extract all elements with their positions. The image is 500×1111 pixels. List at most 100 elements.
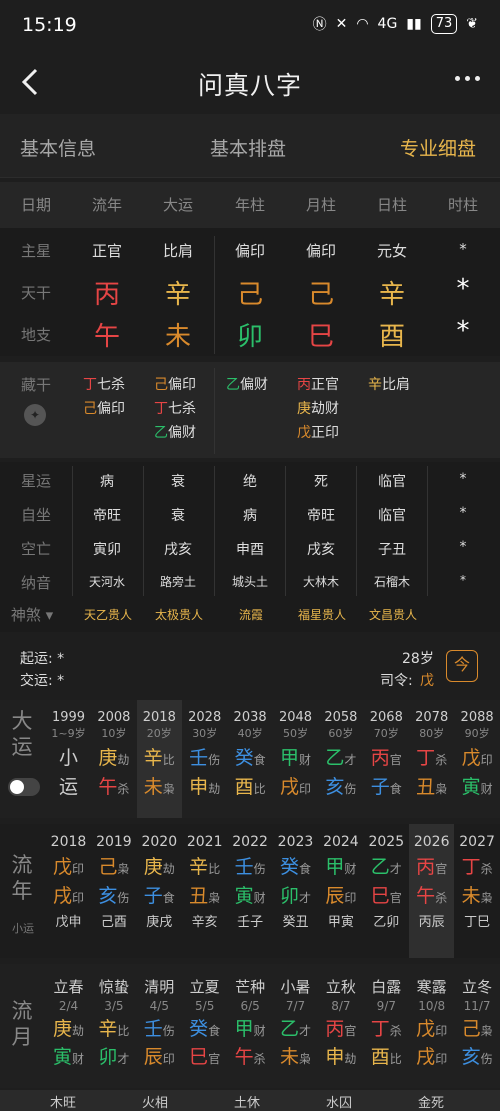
dayun-gz: 辛: [143, 747, 163, 769]
dayun-gz-row: 庚劫: [91, 743, 136, 770]
liuyue-col-5[interactable]: 小暑 7/7 乙才 未枭: [273, 964, 318, 1088]
liunian-col-0[interactable]: 2018 戊印 戌印 戊申: [46, 824, 91, 958]
dayun-gz: 酉: [234, 776, 254, 798]
liuyue-col-9[interactable]: 立冬 11/7 己枭 亥伤: [455, 964, 500, 1088]
tab-basic-info[interactable]: 基本信息: [20, 134, 96, 161]
pin-icon[interactable]: ✦: [24, 404, 46, 426]
dayun-gz: 申: [189, 776, 209, 798]
dayun-col-1[interactable]: 2008 10岁 庚劫 午杀: [91, 700, 136, 818]
liunian-gz: 丁: [461, 856, 481, 878]
liunian-xiaoyun: 甲寅: [327, 915, 354, 930]
label-zanggan: 藏干: [20, 376, 51, 394]
liunian-col-9[interactable]: 2027 丁杀 未枭 丁巳: [455, 824, 500, 958]
shensha-2[interactable]: 流霞: [215, 606, 287, 623]
shensha-4[interactable]: 文昌贵人: [357, 606, 429, 623]
liunian-col-3[interactable]: 2021 辛比 丑枭 辛亥: [182, 824, 227, 958]
network-label: 4G: [377, 16, 398, 32]
liuyue-col-8[interactable]: 寒露 10/8 戊印 戌印: [409, 964, 454, 1088]
liuyue-gz-row: 辰印: [137, 1042, 182, 1069]
dayun-col-0[interactable]: 1999 1~9岁小运: [46, 700, 91, 818]
liunian-gz-row: 丙官: [409, 852, 454, 879]
liuyue-shishen: 杀: [389, 1024, 402, 1038]
liuyue-gz: 壬: [143, 1018, 163, 1040]
liunian-year: 2024: [323, 834, 359, 850]
liuyue-gz: 戊: [416, 1018, 436, 1040]
liunian-gz-row: 寅财: [228, 881, 273, 908]
liuyue-gz-row: 寅财: [46, 1042, 91, 1069]
liunian-gz-row: 癸食: [273, 852, 318, 879]
zanggan-shishen: 偏印: [97, 401, 125, 417]
zanggan-shishen: 比肩: [382, 377, 410, 393]
divider-zanggan: [214, 368, 215, 454]
dayun-year: 2088: [460, 710, 494, 725]
tab-pro-chart[interactable]: 专业细盘: [400, 134, 476, 161]
zanggan-stem: 己: [83, 401, 97, 417]
zizuo-0: 帝旺: [93, 508, 121, 524]
dayun-gz: 癸: [234, 747, 254, 769]
liunian-col-1[interactable]: 2019 己枭 亥伤 己酉: [91, 824, 136, 958]
shensha-1[interactable]: 太极贵人: [143, 606, 215, 623]
liuyue-jieqi: 立春: [53, 978, 84, 996]
liunian-col-4[interactable]: 2022 壬伤 寅财 壬子: [228, 824, 273, 958]
liuyue-gz-row: 亥伤: [455, 1042, 500, 1069]
dayun-toggle[interactable]: [8, 778, 40, 796]
liuyue-col-3[interactable]: 立夏 5/5 癸食 巳官: [182, 964, 227, 1088]
xingyun-3: 死: [314, 474, 328, 490]
liuyue-col-1[interactable]: 惊蛰 3/5 辛比 卯才: [91, 964, 136, 1088]
calendar-today-icon[interactable]: 今: [446, 650, 478, 682]
liuyue-col-2[interactable]: 清明 4/5 壬伤 辰印: [137, 964, 182, 1088]
liuyue-date: 5/5: [195, 999, 215, 1013]
xingyun-1: 衰: [171, 474, 185, 490]
dayun-year: 2038: [233, 710, 267, 725]
liuyue-gz: 癸: [189, 1018, 209, 1040]
liunian-shishen: 印: [72, 862, 85, 876]
shensha-0[interactable]: 天乙贵人: [72, 606, 144, 623]
liunian-year: 2026: [413, 834, 450, 850]
liuyue-shishen: 比: [389, 1052, 402, 1066]
dayun-gz: 运: [58, 776, 78, 798]
dayun-gz: 甲: [279, 747, 299, 769]
liuyue-col-0[interactable]: 立春 2/4 庚劫 寅财: [46, 964, 91, 1088]
more-icon[interactable]: [455, 76, 480, 81]
dayun-col-3[interactable]: 2028 30岁 壬伤 申劫: [182, 700, 227, 818]
liuyue-gz-row: 未枭: [273, 1042, 318, 1069]
dayun-col-4[interactable]: 2038 40岁 癸食 酉比: [228, 700, 273, 818]
nayin-3: 大林木: [302, 575, 339, 589]
tab-basic-chart[interactable]: 基本排盘: [210, 134, 286, 161]
dayun-shishen: 比: [162, 753, 175, 767]
wuxing-1: 火相: [142, 1096, 169, 1111]
dayun-col-9[interactable]: 2088 90岁 戊印 寅财: [455, 700, 500, 818]
liunian-col-2[interactable]: 2020 庚劫 子食 庚戌: [137, 824, 182, 958]
liunian-gz-row: 丑枭: [182, 881, 227, 908]
dayun-gz-row: 辛比: [137, 743, 182, 770]
dayun-age: 80岁: [419, 727, 445, 740]
liunian-shishen: 才: [389, 862, 402, 876]
liuyue-label: 流 月: [11, 999, 33, 1049]
zhuxing-4: 元女: [376, 242, 407, 260]
label-nayin: 纳音: [20, 574, 51, 592]
liuyue-col-6[interactable]: 立秋 8/7 丙官 申劫: [318, 964, 363, 1088]
liunian-col-6[interactable]: 2024 甲财 辰印 甲寅: [318, 824, 363, 958]
zizuo-5: *: [459, 505, 467, 521]
dayun-gz: 午: [98, 776, 118, 798]
liunian-shishen: 比: [208, 862, 221, 876]
liunian-col-5[interactable]: 2023 癸食 卯才 癸丑: [273, 824, 318, 958]
shensha-3[interactable]: 福星贵人: [286, 606, 358, 623]
dayun-col-2[interactable]: 2018 20岁 辛比 未枭: [136, 700, 182, 818]
label-shensha[interactable]: 神煞 ▾: [0, 604, 72, 625]
liunian-col-7[interactable]: 2025 乙才 巳官 乙卯: [364, 824, 409, 958]
liuyue-col-4[interactable]: 芒种 6/5 甲财 午杀: [228, 964, 273, 1088]
liuyue-shishen: 财: [253, 1024, 266, 1038]
header-2: 大运: [162, 196, 193, 214]
dayun-col-7[interactable]: 2068 70岁 丙官 子食: [364, 700, 409, 818]
dayun-col-6[interactable]: 2058 60岁 乙才 亥伤: [318, 700, 363, 818]
dayun-age: 40岁: [237, 727, 263, 740]
liuyue-col-7[interactable]: 白露 9/7 丁杀 酉比: [364, 964, 409, 1088]
liunian-shishen: 杀: [480, 862, 493, 876]
dayun-year: 2018: [142, 710, 176, 725]
liunian-xiaoyun: 庚戌: [146, 915, 173, 930]
dayun-col-5[interactable]: 2048 50岁 甲财 戌印: [273, 700, 318, 818]
dayun-gz-row: 乙才: [318, 743, 363, 770]
liunian-col-8[interactable]: 2026 丙官 午杀 丙辰: [409, 824, 455, 958]
dayun-col-8[interactable]: 2078 80岁 丁杀 丑枭: [409, 700, 454, 818]
